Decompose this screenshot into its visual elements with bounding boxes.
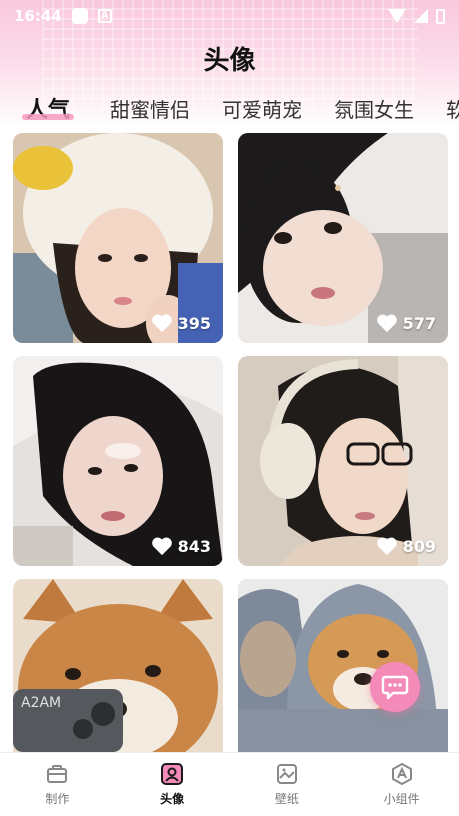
tab-mood-girls[interactable]: 氛围女生 bbox=[334, 94, 414, 123]
nav-item-create[interactable]: 制作 bbox=[0, 753, 115, 816]
page-title: 头像 bbox=[203, 46, 256, 76]
svg-text:A2AM: A2AM bbox=[21, 695, 61, 711]
widget-icon bbox=[391, 763, 412, 785]
card-photo bbox=[238, 356, 448, 566]
status-bar: 16:44 A bbox=[0, 0, 459, 32]
toolbox-icon bbox=[47, 765, 68, 783]
avatar-icon bbox=[161, 763, 184, 785]
nav-label: 头像 bbox=[160, 792, 185, 806]
heart-icon bbox=[376, 314, 397, 333]
status-time: 16:44 bbox=[14, 7, 62, 25]
like-count: 395 bbox=[151, 313, 211, 333]
card-photo bbox=[13, 133, 223, 343]
like-count: 577 bbox=[376, 313, 436, 333]
card-photo: A2AM bbox=[13, 579, 223, 752]
chat-bubble-icon bbox=[381, 675, 409, 700]
category-tabs: 人气 甜蜜情侣 可爱萌宠 氛围女生 软 bbox=[0, 92, 459, 126]
heart-icon bbox=[151, 314, 172, 333]
nav-label: 小组件 bbox=[383, 792, 420, 806]
heart-icon bbox=[376, 537, 397, 556]
heart-icon bbox=[151, 537, 172, 556]
signal-icon bbox=[414, 9, 428, 23]
wifi-icon bbox=[388, 9, 406, 23]
tab-soft[interactable]: 软 bbox=[446, 94, 459, 123]
tab-sweet-couple[interactable]: 甜蜜情侣 bbox=[110, 94, 190, 123]
avatar-card[interactable]: 395 bbox=[13, 133, 223, 343]
wallpaper-icon bbox=[276, 764, 297, 784]
avatar-card[interactable]: 577 bbox=[238, 133, 448, 343]
card-photo bbox=[238, 579, 448, 752]
active-tab-indicator bbox=[22, 114, 74, 120]
avatar-card[interactable]: 843 bbox=[13, 356, 223, 566]
like-count-value: 809 bbox=[402, 536, 436, 556]
notification-icon bbox=[71, 8, 88, 24]
like-count-value: 577 bbox=[402, 313, 436, 333]
nav-item-avatar[interactable]: 头像 bbox=[115, 753, 230, 816]
nav-label: 制作 bbox=[45, 792, 70, 806]
card-photo bbox=[13, 356, 223, 566]
avatar-card[interactable] bbox=[238, 579, 448, 752]
like-count: 843 bbox=[151, 536, 211, 556]
like-count-value: 395 bbox=[177, 313, 211, 333]
app-notification-icon: A bbox=[97, 9, 112, 23]
like-count: 809 bbox=[376, 536, 436, 556]
tab-cute-pets[interactable]: 可爱萌宠 bbox=[222, 94, 302, 123]
chat-button[interactable] bbox=[370, 662, 420, 712]
bottom-navigation: 制作 头像 壁纸 小组件 bbox=[0, 752, 459, 816]
nav-item-wallpaper[interactable]: 壁纸 bbox=[230, 753, 345, 816]
avatar-card[interactable]: A2AM bbox=[13, 579, 223, 752]
nav-item-widget[interactable]: 小组件 bbox=[344, 753, 459, 816]
battery-icon bbox=[436, 8, 445, 24]
card-photo bbox=[238, 133, 448, 343]
like-count-value: 843 bbox=[177, 536, 211, 556]
nav-label: 壁纸 bbox=[274, 792, 299, 806]
avatar-card[interactable]: 809 bbox=[238, 356, 448, 566]
